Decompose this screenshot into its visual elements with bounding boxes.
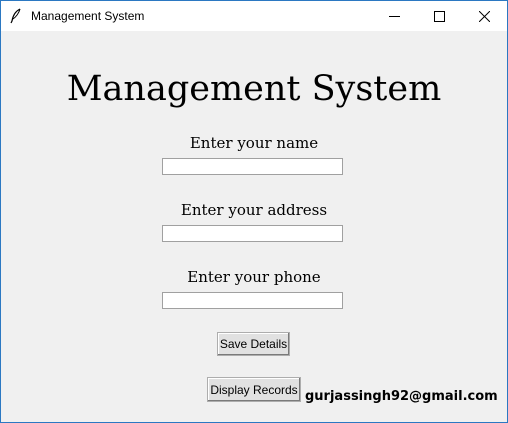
phone-field[interactable] (162, 292, 343, 309)
minimize-icon (389, 16, 400, 17)
name-field[interactable] (162, 158, 343, 175)
address-label: Enter your address (180, 201, 328, 219)
display-records-button[interactable]: Display Records (207, 377, 301, 402)
maximize-icon (434, 11, 445, 22)
feather-icon (10, 8, 22, 24)
title-bar[interactable]: Management System (1, 1, 507, 31)
close-icon (479, 11, 490, 22)
page-title: Management System (66, 69, 442, 109)
close-button[interactable] (462, 1, 507, 31)
form-area: Management System Enter your name Enter … (1, 31, 507, 422)
maximize-button[interactable] (417, 1, 462, 31)
name-label: Enter your name (189, 134, 319, 152)
save-details-button[interactable]: Save Details (217, 332, 290, 356)
phone-label: Enter your phone (187, 268, 321, 286)
address-field[interactable] (162, 225, 343, 242)
app-window: Management System Management System Ente… (0, 0, 508, 423)
email-text: gurjassingh92@gmail.com (305, 389, 498, 404)
window-title: Management System (31, 9, 145, 23)
minimize-button[interactable] (372, 1, 417, 31)
